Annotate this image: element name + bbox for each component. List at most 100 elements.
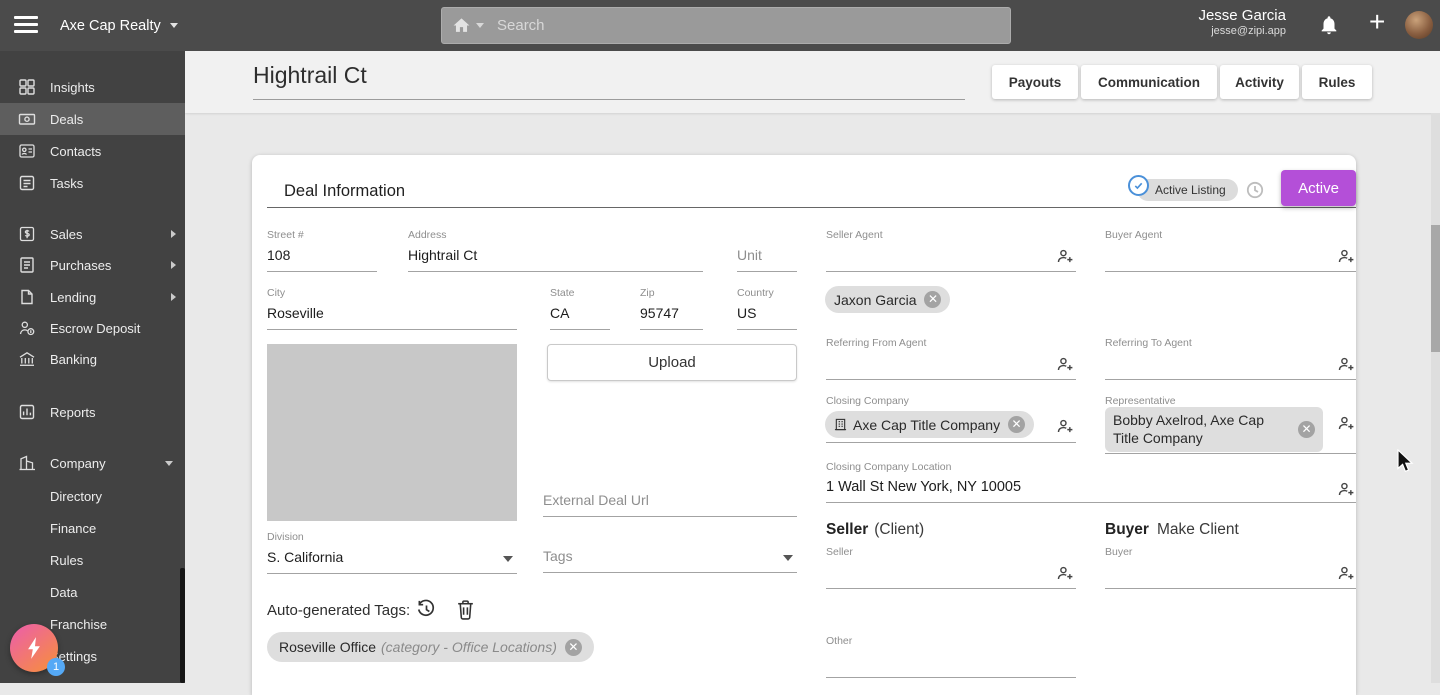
zip-field: Zip 95747 [640, 287, 703, 330]
sidebar-item-purchases[interactable]: Purchases [0, 249, 185, 281]
payouts-button[interactable]: Payouts [992, 65, 1078, 99]
buyer-agent-label: Buyer Agent [1105, 229, 1163, 241]
sidebar-item-label: Insights [50, 79, 95, 95]
country-value[interactable]: US [737, 305, 797, 330]
search-scope-chevron-icon[interactable] [476, 23, 484, 28]
add-seller-agent-icon[interactable] [1057, 248, 1074, 265]
deals-icon [18, 110, 36, 128]
zip-value[interactable]: 95747 [640, 305, 703, 330]
tags-history-icon[interactable] [416, 599, 437, 620]
rules-button[interactable]: Rules [1302, 65, 1372, 99]
sidebar-item-company[interactable]: Company [0, 447, 185, 479]
division-field[interactable]: Division S. California [267, 531, 517, 574]
referring-from-agent-value[interactable] [826, 355, 1076, 380]
tags-trash-icon[interactable] [456, 599, 475, 620]
sidebar-item-rules[interactable]: Rules [0, 544, 185, 576]
buyer-agent-field: Buyer Agent [1105, 229, 1356, 272]
referring-to-agent-value[interactable] [1105, 355, 1356, 380]
company-switcher[interactable]: Axe Cap Realty [60, 0, 178, 51]
avatar[interactable] [1405, 11, 1433, 39]
remove-tag-icon[interactable]: ✕ [564, 638, 582, 656]
status-history-icon[interactable] [1246, 181, 1264, 199]
sidebar-item-label: Sales [50, 226, 83, 242]
seller-client-note: (Client) [874, 521, 925, 538]
global-search-input[interactable]: Search [441, 7, 1011, 44]
add-representative-icon[interactable] [1338, 415, 1355, 432]
seller-value[interactable] [826, 564, 1076, 589]
representative-underline [1105, 453, 1356, 454]
sidebar-item-escrow-deposit[interactable]: Escrow Deposit [0, 312, 185, 344]
other-value[interactable] [826, 653, 1076, 678]
sidebar-item-lending[interactable]: Lending [0, 281, 185, 313]
main-scrollbar-thumb[interactable] [1431, 225, 1440, 352]
seller-section-heading: Seller (Client) [826, 521, 924, 539]
buyer-value[interactable] [1105, 564, 1356, 589]
buyer-agent-value[interactable] [1105, 247, 1356, 272]
sidebar-item-contacts[interactable]: Contacts [0, 135, 185, 167]
add-buyer-agent-icon[interactable] [1338, 248, 1355, 265]
tags-field[interactable]: Tags [543, 548, 797, 573]
notifications-bell-icon[interactable] [1318, 13, 1340, 37]
sidebar-item-finance[interactable]: Finance [0, 512, 185, 544]
upload-button[interactable]: Upload [547, 344, 797, 381]
hamburger-menu-icon[interactable] [14, 16, 38, 37]
purchases-icon [18, 256, 36, 274]
add-referring-to-agent-icon[interactable] [1338, 356, 1355, 373]
remove-representative-icon[interactable]: ✕ [1298, 421, 1315, 438]
activity-button[interactable]: Activity [1220, 65, 1299, 99]
external-deal-url-value[interactable]: External Deal Url [543, 492, 797, 517]
quick-action-fab[interactable]: 1 [10, 624, 65, 676]
escrow-deposit-icon [18, 319, 36, 337]
main-scrollbar-track[interactable] [1431, 113, 1440, 683]
chevron-right-icon [171, 293, 176, 301]
city-value[interactable]: Roseville [267, 305, 517, 330]
add-new-icon[interactable]: + [1369, 6, 1385, 38]
remove-seller-agent-icon[interactable]: ✕ [924, 291, 942, 308]
deal-title-input[interactable]: Hightrail Ct [253, 62, 367, 89]
communication-button[interactable]: Communication [1081, 65, 1217, 99]
sidebar-item-sales[interactable]: Sales [0, 218, 185, 250]
sidebar-item-label: Purchases [50, 257, 112, 273]
auto-tag-chip-name: Roseville Office [279, 639, 377, 655]
active-listing-toggle[interactable] [1128, 175, 1149, 196]
user-info[interactable]: Jesse Garcia jesse@zipi.app [1198, 7, 1286, 38]
add-seller-icon[interactable] [1057, 565, 1074, 582]
add-referring-from-agent-icon[interactable] [1057, 356, 1074, 373]
insights-icon [18, 78, 36, 96]
seller-heading-text: Seller [826, 521, 869, 538]
division-value[interactable]: S. California [267, 549, 517, 574]
sidebar-item-reports[interactable]: Reports [0, 396, 185, 428]
seller-agent-value[interactable] [826, 247, 1076, 272]
sidebar-item-deals[interactable]: Deals [0, 103, 185, 135]
unit-label-spacer [737, 229, 797, 242]
address-label: Address [408, 229, 447, 241]
lightning-bolt-icon [25, 636, 43, 660]
make-client-link[interactable]: Make Client [1157, 521, 1239, 538]
buyer-field: Buyer [1105, 546, 1356, 589]
user-email: jesse@zipi.app [1211, 25, 1286, 37]
sidebar-item-banking[interactable]: Banking [0, 343, 185, 375]
deal-title-underline [253, 99, 965, 100]
add-closing-company-icon[interactable] [1057, 418, 1074, 435]
address-value[interactable]: Hightrail Ct [408, 247, 703, 272]
sidebar-item-tasks[interactable]: Tasks [0, 167, 185, 199]
sidebar-item-insights[interactable]: Insights [0, 71, 185, 103]
sidebar-item-directory[interactable]: Directory [0, 480, 185, 512]
closing-company-location-value[interactable]: 1 Wall St New York, NY 10005 [826, 479, 1021, 495]
referring-to-agent-label: Referring To Agent [1105, 337, 1192, 349]
unit-value[interactable]: Unit [737, 247, 797, 272]
search-placeholder: Search [497, 17, 545, 34]
state-value[interactable]: CA [550, 305, 610, 330]
status-active-button[interactable]: Active [1281, 170, 1356, 206]
tags-value[interactable]: Tags [543, 548, 797, 573]
section-title: Deal Information [284, 182, 406, 200]
add-location-contact-icon[interactable] [1338, 481, 1355, 498]
remove-closing-company-icon[interactable]: ✕ [1008, 416, 1026, 433]
buyer-heading-text: Buyer [1105, 521, 1149, 538]
add-buyer-icon[interactable] [1338, 565, 1355, 582]
division-label: Division [267, 531, 304, 543]
sidebar-item-data[interactable]: Data [0, 576, 185, 608]
street-number-value[interactable]: 108 [267, 247, 377, 272]
sidebar-scrollbar[interactable] [180, 568, 185, 683]
auto-generated-tags-label: Auto-generated Tags: [267, 602, 411, 619]
